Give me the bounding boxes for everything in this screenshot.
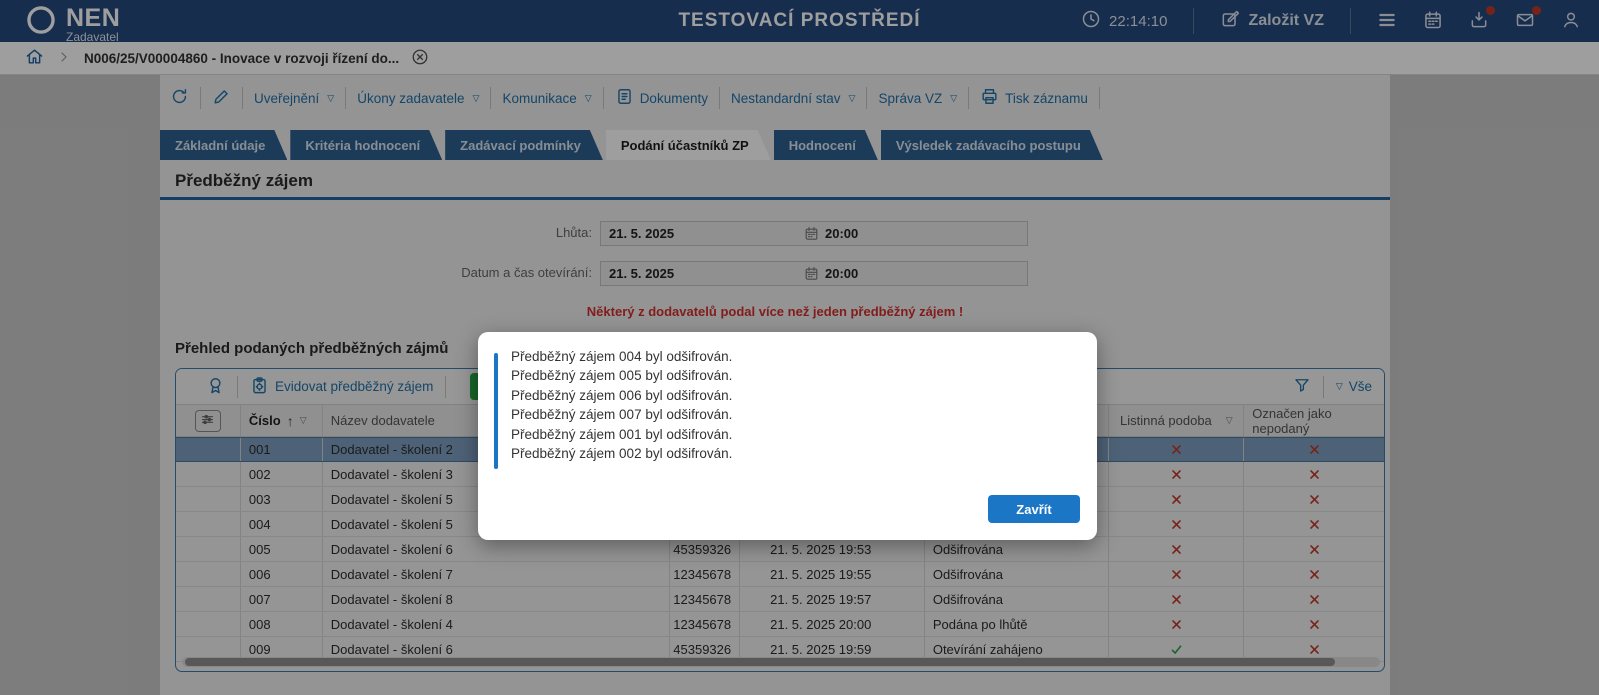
modal-message: Předběžný zájem 004 byl odšifrován. [511, 349, 733, 364]
close-modal-button[interactable]: Zavřít [988, 495, 1080, 523]
app-root: NEN Zadavatel TESTOVACÍ PROSTŘEDÍ 22:14:… [0, 0, 1599, 695]
modal-message: Předběžný zájem 005 byl odšifrován. [511, 368, 733, 384]
modal-accent-bar [494, 353, 498, 469]
modal-message: Předběžný zájem 006 byl odšifrován. [511, 387, 733, 403]
modal-message: Předběžný zájem 001 byl odšifrován. [511, 426, 733, 442]
modal-message: Předběžný zájem 007 byl odšifrován. [511, 407, 733, 423]
modal-message-list: Předběžný zájem 004 byl odšifrován. Předb… [511, 347, 732, 463]
modal-message: Předběžný zájem 002 byl odšifrován. [511, 446, 733, 462]
decrypt-result-modal: Předběžný zájem 004 byl odšifrován. Předb… [478, 332, 1097, 540]
